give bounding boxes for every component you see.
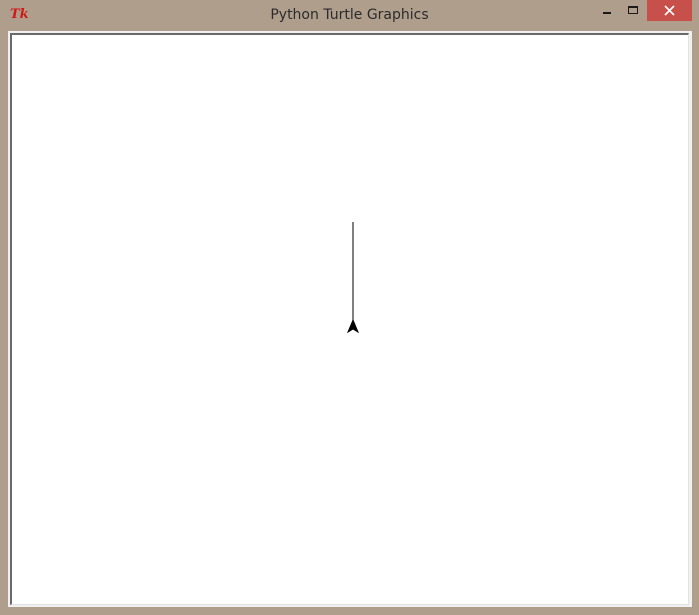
turtle-canvas[interactable]	[10, 33, 689, 605]
turtle-cursor-icon	[346, 318, 360, 334]
title-bar[interactable]: Tk Python Turtle Graphics	[0, 0, 699, 31]
turtle-drawing	[346, 222, 360, 334]
turtle-window: Tk Python Turtle Graphics	[0, 0, 699, 615]
maximize-icon	[628, 6, 638, 14]
close-icon	[664, 5, 675, 16]
maximize-button[interactable]	[620, 0, 646, 21]
minimize-button[interactable]	[594, 0, 620, 21]
close-button[interactable]	[647, 0, 692, 21]
minimize-icon	[603, 12, 611, 14]
